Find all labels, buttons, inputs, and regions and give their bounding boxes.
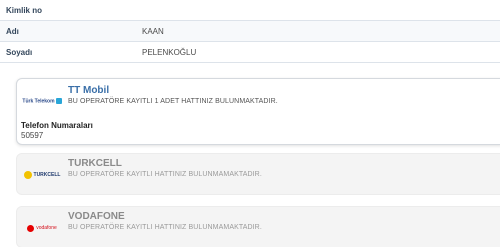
operator-name: TT Mobil (68, 85, 110, 96)
info-row-kimlik: Kimlik no (0, 0, 500, 21)
adi-label: Adı (6, 26, 19, 36)
soyadi-label: Soyadı (6, 47, 33, 57)
info-row-soyadi: Soyadı PELENKOĞLU (0, 42, 500, 63)
operator-card-turkcell: TURKCELL TURKCELL BU OPERATÖRE KAYITLI H… (16, 153, 500, 195)
operator-name: TURKCELL (68, 158, 122, 169)
operator-message: BU OPERATÖRE KAYITLI 1 ADET HATTINIZ BUL… (68, 98, 278, 105)
turk-telekom-logo-icon: Türk Telekom (21, 84, 63, 118)
operator-message: BU OPERATÖRE KAYITLI HATTINIZ BULUNMAMAK… (68, 224, 262, 231)
turkcell-logo-text: TURKCELL (33, 172, 61, 178)
vodafone-logo-icon: vodafone (21, 211, 63, 245)
personal-info-table: Kimlik no Adı KAAN Soyadı PELENKOĞLU (0, 0, 500, 63)
operator-card-vodafone: vodafone VODAFONE BU OPERATÖRE KAYITLI H… (16, 206, 500, 247)
operator-card-tt-mobil: Türk Telekom TT Mobil BU OPERATÖRE KAYIT… (16, 78, 500, 145)
turk-telekom-logo-text: Türk Telekom (22, 97, 62, 104)
kimlik-label: Kimlik no (6, 5, 43, 15)
phone-number-value: 50597 (21, 131, 44, 140)
info-row-adi: Adı KAAN (0, 21, 500, 42)
adi-value: KAAN (142, 26, 164, 36)
operator-name: VODAFONE (68, 211, 125, 222)
phone-numbers-title: Telefon Numaraları (21, 121, 93, 130)
operator-message: BU OPERATÖRE KAYITLI HATTINIZ BULUNMAMAK… (68, 171, 262, 178)
vodafone-logo-text: vodafone (36, 225, 57, 231)
soyadi-value: PELENKOĞLU (142, 47, 197, 57)
turkcell-logo-icon: TURKCELL (21, 158, 63, 192)
